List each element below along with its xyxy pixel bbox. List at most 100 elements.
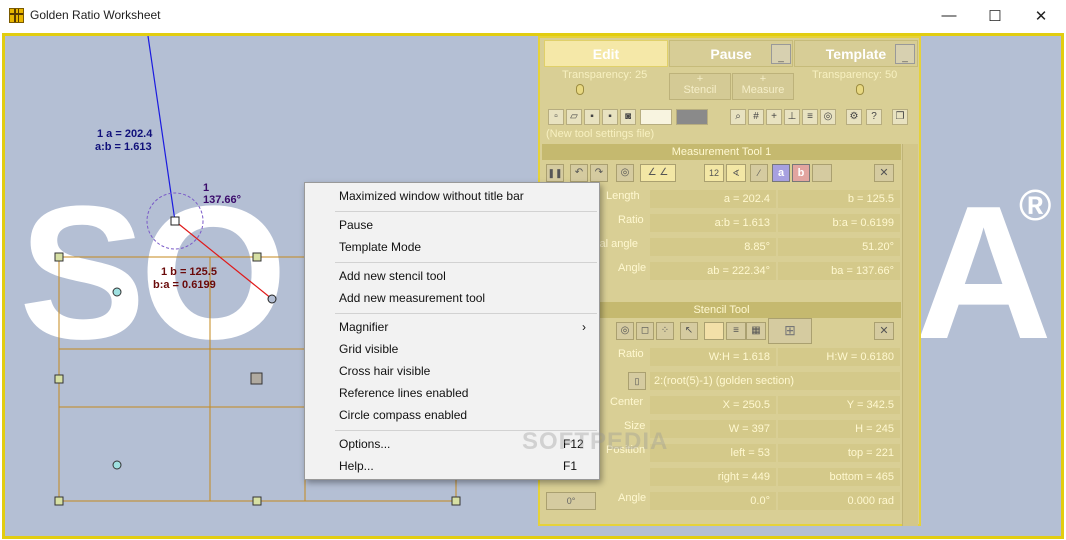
stencil-circle-icon[interactable]: ◎: [616, 322, 634, 340]
value-b: b = 125.5: [778, 190, 900, 208]
menu-item-cross-hair-visible[interactable]: Cross hair visible: [306, 360, 598, 382]
stencil-fill-icon[interactable]: [704, 322, 724, 340]
a-length-label: 1 a = 202.4: [97, 128, 153, 140]
golden-ratio-app-icon: [9, 8, 24, 23]
menu-separator: [335, 211, 597, 212]
guide-lines-icon[interactable]: ≡: [802, 109, 818, 125]
pointer-icon[interactable]: ↖: [680, 322, 698, 340]
section-picker-icon[interactable]: ▯: [628, 372, 646, 390]
row-label: cal angle: [594, 238, 639, 250]
menu-item-label: Options...: [339, 437, 391, 451]
value-a: a:b = 1.613: [650, 214, 776, 232]
menu-item-pause[interactable]: Pause: [306, 214, 598, 236]
new-file-icon[interactable]: ▫: [548, 109, 564, 125]
row-label: Length: [606, 190, 640, 202]
value-left: left = 53: [650, 444, 776, 462]
ba-ratio-label: b:a = 0.6199: [153, 279, 216, 291]
value-b: b:a = 0.6199: [778, 214, 900, 232]
value-a: a = 202.4: [650, 190, 776, 208]
plus-icon: +: [696, 73, 704, 85]
value-x: X = 250.5: [650, 396, 776, 414]
transparency-right-slider[interactable]: [856, 84, 864, 95]
menu-item-label: Magnifier: [339, 320, 389, 334]
number-12-button[interactable]: 12: [704, 164, 724, 182]
color-swatch-light[interactable]: [640, 109, 672, 125]
menu-item-template-mode[interactable]: Template Mode: [306, 236, 598, 258]
transparency-right-label: Transparency: 50: [812, 69, 898, 81]
close-stencil-tool-button[interactable]: ✕: [874, 322, 894, 340]
redo-icon[interactable]: ↷: [590, 164, 608, 182]
stencil-button-label: Stencil: [683, 84, 717, 96]
angle-value-label: 137.66°: [203, 194, 242, 206]
open-folder-icon[interactable]: ▱: [566, 109, 582, 125]
submenu-arrow-icon: ›: [582, 320, 586, 334]
value-a: ab = 222.34°: [650, 262, 776, 280]
maximize-button[interactable]: ☐: [972, 0, 1018, 31]
rotate-zero-button[interactable]: 0°: [546, 492, 596, 510]
template-minimize-button[interactable]: _: [895, 44, 915, 64]
value-radians: 0.000 rad: [778, 492, 900, 510]
measurement-tool-header: Measurement Tool 1: [542, 144, 901, 160]
reference-lines-icon[interactable]: ⊥: [784, 109, 800, 125]
add-stencil-button[interactable]: + Stencil: [669, 73, 731, 100]
grid-icon[interactable]: #: [748, 109, 764, 125]
angle-unit-icon[interactable]: ∢: [726, 164, 746, 182]
stencil-dots-icon[interactable]: ⁘: [656, 322, 674, 340]
segment-a-button[interactable]: a: [772, 164, 790, 182]
value-bottom: bottom = 465: [778, 468, 900, 486]
stencil-grid-icon[interactable]: ▦: [746, 322, 766, 340]
softpedia-watermark: SOFTPEDIA: [522, 428, 669, 455]
settings-file-label: (New tool settings file): [546, 128, 655, 140]
tab-edit[interactable]: Edit: [544, 40, 668, 67]
transparency-left-slider[interactable]: [576, 84, 584, 95]
help-icon[interactable]: ?: [866, 109, 882, 125]
stencil-layout-icon[interactable]: ⊞: [768, 318, 812, 344]
minimize-button[interactable]: —: [926, 0, 972, 31]
color-swatch-dark[interactable]: [676, 109, 708, 125]
close-button[interactable]: ✕: [1018, 0, 1064, 31]
crosshair-icon[interactable]: +: [766, 109, 782, 125]
value-right: right = 449: [650, 468, 776, 486]
zoom-ratio-icon[interactable]: ⁄: [750, 164, 768, 182]
pause-measure-icon[interactable]: ❚❚: [546, 164, 564, 182]
circle-target-icon[interactable]: ◎: [616, 164, 634, 182]
angle-index-label: 1: [203, 182, 210, 194]
menu-item-label: Add new measurement tool: [339, 291, 486, 305]
menu-item-circle-compass[interactable]: Circle compass enabled: [306, 404, 598, 426]
menu-item-label: Circle compass enabled: [339, 408, 468, 422]
save-icon[interactable]: ▪: [584, 109, 600, 125]
pause-minimize-button[interactable]: _: [771, 44, 791, 64]
value-y: Y = 342.5: [778, 396, 900, 414]
circle-compass-icon[interactable]: ◎: [820, 109, 836, 125]
magnifier-icon[interactable]: ⌕: [730, 109, 746, 125]
line-style-selector[interactable]: [812, 164, 832, 182]
window-icon[interactable]: ❐: [892, 109, 908, 125]
section-dropdown[interactable]: 2:(root(5)-1) (golden section): [650, 372, 900, 390]
value-a: 8.85°: [650, 238, 776, 256]
menu-shortcut: F1: [563, 459, 578, 473]
menu-item-magnifier[interactable]: Magnifier ›: [306, 316, 598, 338]
undo-icon[interactable]: ↶: [570, 164, 588, 182]
save-as-icon[interactable]: ▪: [602, 109, 618, 125]
menu-item-maximized-window[interactable]: Maximized window without title bar: [306, 185, 598, 207]
menu-separator: [335, 313, 597, 314]
angle-mode-icon[interactable]: ∠ ∠: [640, 164, 676, 182]
panel-scrollbar[interactable]: [902, 144, 918, 526]
measure-button-label: Measure: [741, 84, 785, 96]
camera-icon[interactable]: ◙: [620, 109, 636, 125]
row-label: Angle: [618, 262, 647, 274]
menu-item-help[interactable]: Help... F1: [306, 455, 598, 477]
menu-item-label: Maximized window without title bar: [339, 189, 524, 203]
settings-icon[interactable]: ⚙: [846, 109, 862, 125]
menu-item-grid-visible[interactable]: Grid visible: [306, 338, 598, 360]
stencil-lines-icon[interactable]: ≡: [726, 322, 746, 340]
stencil-square-icon[interactable]: ◻: [636, 322, 654, 340]
menu-separator: [335, 262, 597, 263]
menu-item-add-stencil-tool[interactable]: Add new stencil tool: [306, 265, 598, 287]
segment-b-button[interactable]: b: [792, 164, 810, 182]
row-label: Ratio: [618, 348, 644, 360]
add-measure-button[interactable]: + Measure: [732, 73, 794, 100]
menu-item-add-measurement-tool[interactable]: Add new measurement tool: [306, 287, 598, 309]
menu-item-reference-lines[interactable]: Reference lines enabled: [306, 382, 598, 404]
close-measurement-tool-button[interactable]: ✕: [874, 164, 894, 182]
